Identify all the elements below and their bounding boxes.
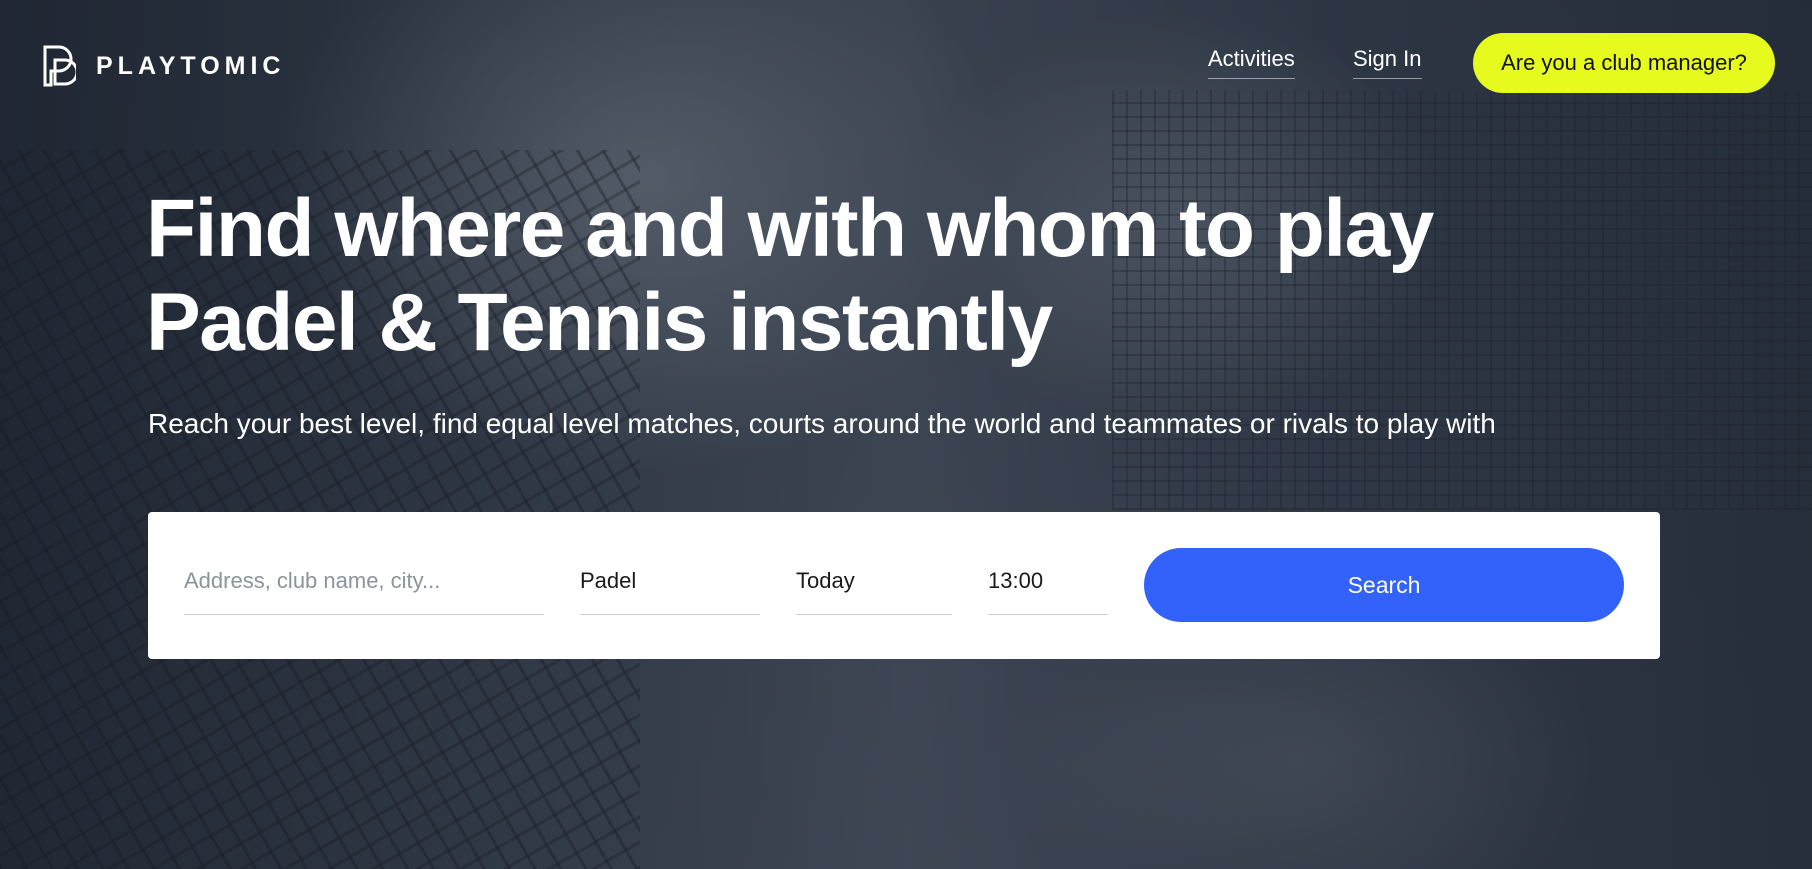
date-value: Today bbox=[796, 568, 855, 593]
nav-activities-link[interactable]: Activities bbox=[1208, 46, 1295, 79]
search-panel: Padel Today 13:00 Search bbox=[148, 512, 1660, 659]
address-input[interactable] bbox=[184, 568, 544, 594]
playtomic-logo-icon bbox=[43, 45, 76, 87]
sport-value: Padel bbox=[580, 568, 637, 593]
hero-section: PLAYTOMIC Activities Sign In Are you a c… bbox=[0, 0, 1812, 869]
page-title: Find where and with whom to play Padel &… bbox=[146, 183, 1434, 368]
nav-sign-in-link[interactable]: Sign In bbox=[1353, 46, 1422, 79]
site-header: PLAYTOMIC Activities Sign In Are you a c… bbox=[0, 0, 1812, 120]
brand-name: PLAYTOMIC bbox=[96, 51, 286, 80]
time-select[interactable]: 13:00 bbox=[988, 568, 1108, 615]
page-subtitle: Reach your best level, find equal level … bbox=[148, 408, 1496, 439]
search-button[interactable]: Search bbox=[1144, 548, 1624, 622]
logo[interactable]: PLAYTOMIC bbox=[42, 44, 285, 88]
sport-select[interactable]: Padel bbox=[580, 568, 760, 615]
club-manager-button[interactable]: Are you a club manager? bbox=[1473, 33, 1775, 93]
date-select[interactable]: Today bbox=[796, 568, 952, 615]
address-field[interactable] bbox=[184, 568, 544, 615]
time-value: 13:00 bbox=[988, 568, 1044, 593]
